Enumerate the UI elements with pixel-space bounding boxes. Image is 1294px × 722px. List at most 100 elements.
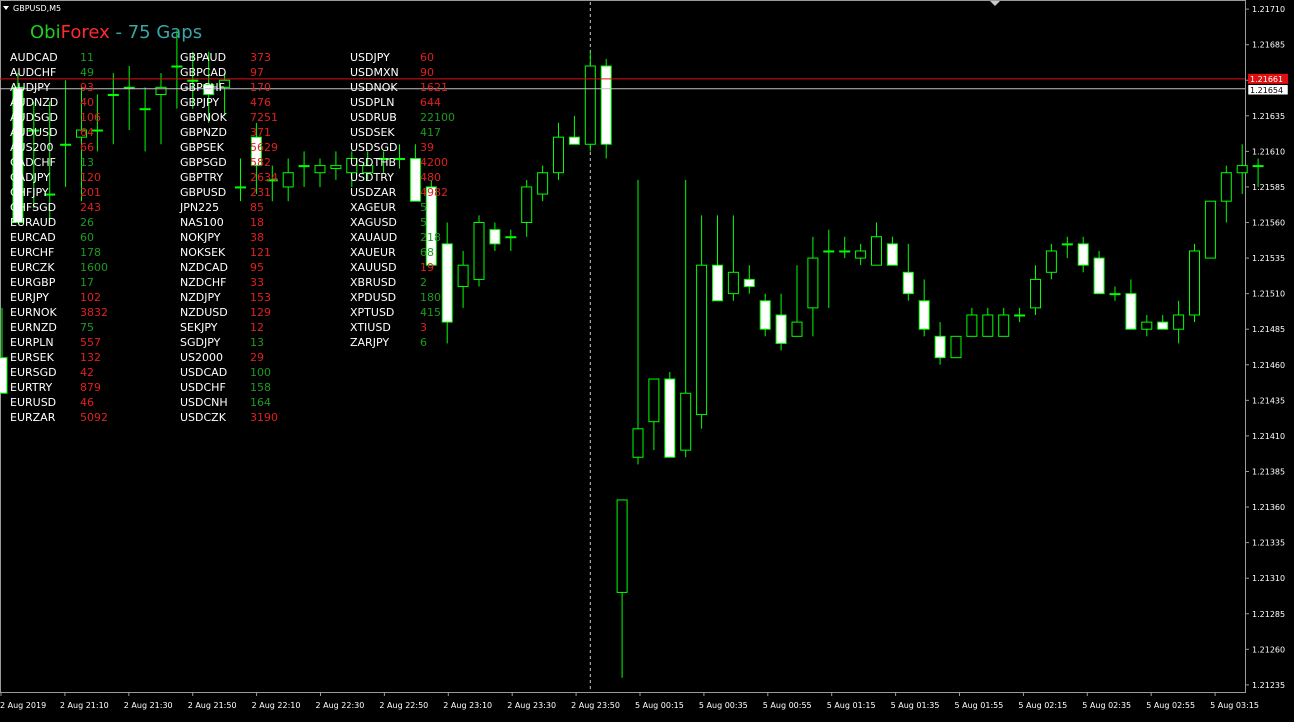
gap-value: 5 (420, 201, 427, 214)
gap-value: 132 (80, 351, 101, 364)
gap-symbol: NZDCHF (180, 276, 227, 289)
gap-value: 60 (80, 231, 94, 244)
gap-value: 201 (80, 186, 101, 199)
gap-symbol: XAGEUR (350, 201, 396, 214)
gap-value: 476 (250, 96, 271, 109)
price-tick-label: 1.21335 (1252, 539, 1285, 548)
candle-bull-body (1061, 243, 1073, 246)
gap-symbol: CHFSGD (10, 201, 56, 214)
candle-bull-body (553, 136, 564, 174)
gap-value: 85 (250, 201, 264, 214)
gap-value: 22100 (420, 111, 455, 124)
gap-value: 60 (420, 51, 434, 64)
gap-symbol: XBRUSD (350, 276, 396, 289)
time-tick-label: 2 Aug 23:50 (571, 701, 620, 710)
gap-value: 68 (420, 246, 434, 259)
gap-symbol: NZDCAD (180, 261, 228, 274)
gap-symbol: EURPLN (10, 336, 54, 349)
gap-symbol: US2000 (180, 351, 223, 364)
candle-bull-body (1204, 200, 1216, 259)
gap-value: 5092 (80, 411, 108, 424)
gap-value: 95 (250, 261, 264, 274)
candle-bull-body (457, 264, 469, 288)
candle-bear-body (600, 65, 612, 145)
time-tick-label: 2 Aug 21:10 (60, 701, 109, 710)
gap-value: 46 (80, 396, 94, 409)
gap-symbol: GBPTRY (180, 171, 223, 184)
gap-value: 2 (420, 276, 427, 289)
gap-symbol: EURCZK (10, 261, 55, 274)
gap-symbol: XTIUSD (350, 321, 391, 334)
candle-bull-body (505, 236, 517, 239)
gap-value: 11 (80, 51, 94, 64)
gap-symbol: USDTRY (350, 171, 394, 184)
gap-symbol: XAUEUR (350, 246, 396, 259)
price-axis[interactable]: 1.21235 1.21260 1.21285 1.21310 1.21335 1.213… (1245, 5, 1285, 690)
candle-bear-body (918, 300, 930, 330)
gap-symbol: JPN225 (179, 201, 219, 214)
candle-bear-body (712, 264, 723, 302)
time-tick-label: 2 Aug 21:30 (124, 701, 173, 710)
candle-bull-body (1173, 314, 1185, 330)
candle-bull-body (839, 250, 851, 253)
candle-bull-body (537, 172, 549, 195)
candle-bear-body (775, 314, 787, 344)
gap-symbol: AUDCHF (10, 66, 56, 79)
candle-bull-body (982, 314, 994, 337)
gap-value: 3190 (250, 411, 278, 424)
gap-symbol: GBPJPY (180, 96, 219, 109)
gap-value: 415 (420, 306, 441, 319)
gap-symbol: GBPAUD (180, 51, 226, 64)
chart-window[interactable]: GBPUSD,M5 1.21235 1.21260 1.21285 1.21310 1.… (0, 0, 1294, 718)
gap-value: 557 (80, 336, 101, 349)
gap-value: 3832 (80, 306, 108, 319)
candle-bull-body (966, 314, 978, 337)
candle-bull-body (1236, 165, 1248, 174)
gap-symbol: AUDJPY (10, 81, 51, 94)
gap-value: 40 (80, 96, 94, 109)
gap-symbol: AUDNZD (10, 96, 58, 109)
time-axis[interactable]: 2 Aug 2019 2 Aug 21:10 2 Aug 21:30 2 Aug 21… (0, 692, 1259, 710)
price-tick-label: 1.21360 (1252, 503, 1285, 512)
collapse-triangle-icon[interactable] (3, 6, 9, 10)
candle-bear-body (0, 357, 8, 394)
gap-value: 164 (250, 396, 271, 409)
time-tick-label: 5 Aug 01:15 (827, 701, 876, 710)
candle-bear-body (1157, 321, 1169, 330)
time-tick-label: 2 Aug 23:30 (507, 701, 556, 710)
gap-symbol: EURTRY (10, 381, 53, 394)
gap-symbol: USDCAD (180, 366, 227, 379)
candle-bear-body (568, 136, 580, 145)
gap-symbol: GBPUSD (180, 186, 226, 199)
gap-symbol: USDNOK (350, 81, 398, 94)
candle-bull-body (791, 321, 803, 337)
price-tick-label: 1.21260 (1252, 645, 1285, 654)
gap-value: 75 (80, 321, 94, 334)
price-tick-label: 1.21235 (1252, 681, 1285, 690)
time-tick-label: 5 Aug 00:55 (763, 701, 812, 710)
price-chart[interactable]: GBPUSD,M5 1.212351.212601.212851.213101.… (0, 0, 1294, 718)
time-tick-label: 5 Aug 00:35 (699, 701, 748, 710)
gap-value: 582 (250, 156, 271, 169)
gap-value: 13 (250, 336, 264, 349)
price-tick-label: 1.21535 (1252, 254, 1285, 263)
chart-shift-marker-icon[interactable] (990, 1, 1000, 6)
candle-bull-body (632, 428, 644, 458)
gap-value: 97 (250, 66, 264, 79)
price-tick-label: 1.21585 (1252, 183, 1285, 192)
price-tick-label: 1.21385 (1252, 467, 1285, 476)
gap-value: 6 (420, 336, 427, 349)
candle-bull-body (807, 257, 819, 309)
gap-symbol: AUDUSD (10, 126, 58, 139)
gap-value: 121 (250, 246, 271, 259)
candle-bull-body (1189, 250, 1200, 316)
gap-value: 49 (80, 66, 94, 79)
gap-value: 2634 (250, 171, 278, 184)
gap-value: 3 (420, 321, 427, 334)
gap-symbol: AUS200 (10, 141, 54, 154)
gap-symbol: NOKJPY (180, 231, 221, 244)
price-tick-label: 1.21710 (1252, 5, 1285, 14)
gap-symbol: USDTHB (350, 156, 396, 169)
time-tick-label: 5 Aug 01:55 (955, 701, 1004, 710)
time-tick-label: 5 Aug 02:35 (1082, 701, 1131, 710)
